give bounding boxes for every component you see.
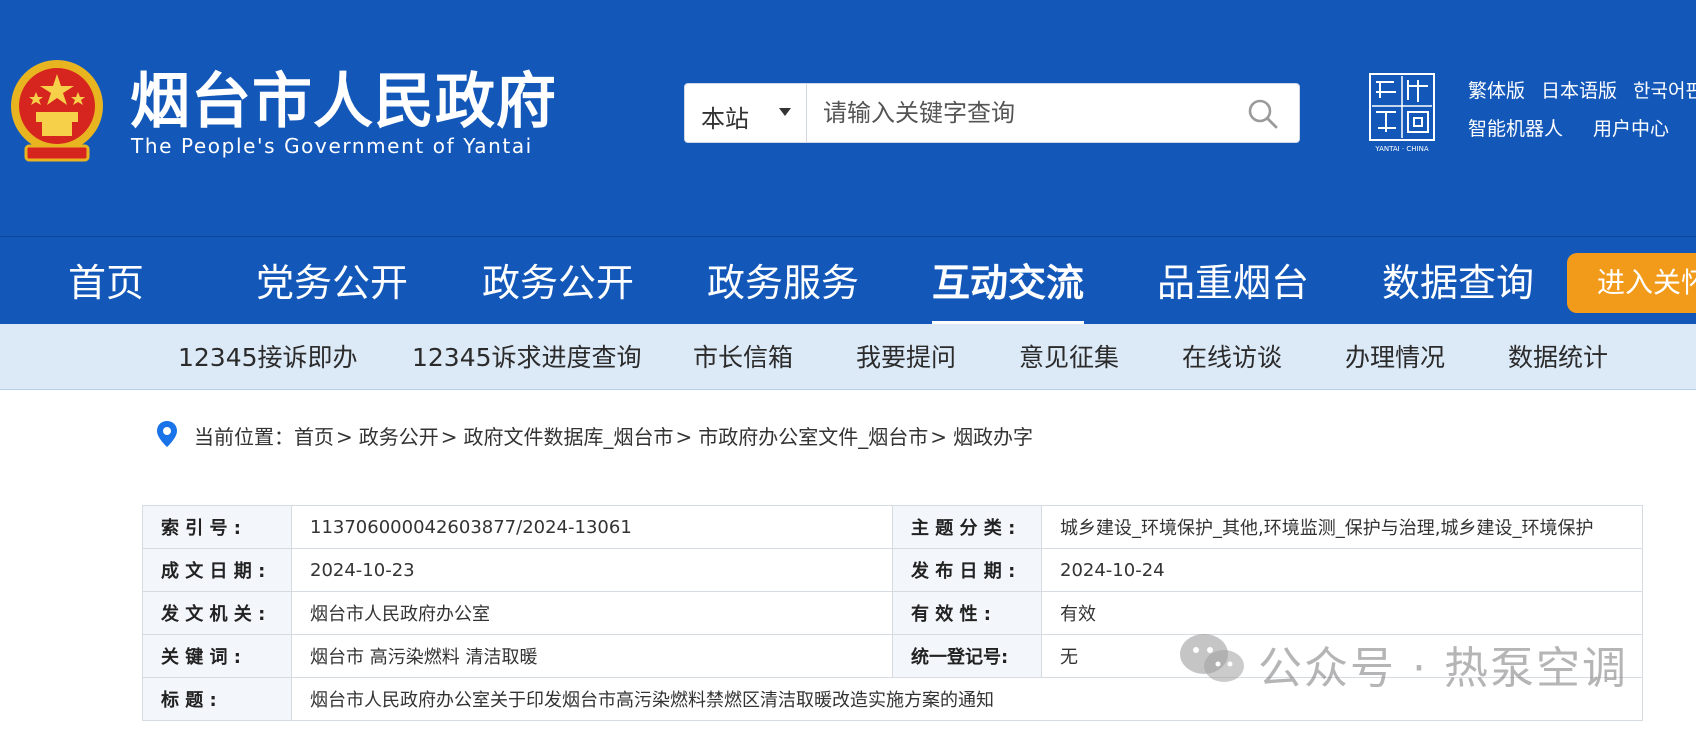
issuing-agency-value: 烟台市人民政府办公室 xyxy=(291,591,893,635)
table-row: 发 文 机 关 : 烟台市人民政府办公室 有 效 性 : 有效 xyxy=(142,591,1643,635)
table-row: 关 键 词 : 烟台市 高污染燃料 清洁取暖 统一登记号: 无 xyxy=(142,634,1643,678)
nav-item-interaction[interactable]: 互动交流 xyxy=(932,237,1085,325)
sub-nav: 12345接诉即办 12345诉求进度查询 市长信箱 我要提问 意见征集 在线访… xyxy=(0,324,1696,390)
written-date-value: 2024-10-23 xyxy=(291,548,893,592)
main-nav: 首页 党务公开 政务公开 政务服务 互动交流 品重烟台 数据查询 进入关怀 xyxy=(0,236,1696,325)
nav-item-home[interactable]: 首页 xyxy=(68,237,144,325)
site-subtitle: The People's Government of Yantai xyxy=(131,134,533,158)
national-emblem-icon[interactable] xyxy=(6,56,108,168)
language-links: 繁体版 日本语版 한국어판 xyxy=(1468,76,1696,103)
smart-robot-link[interactable]: 智能机器人 xyxy=(1468,118,1563,140)
nav-item-gov-affairs[interactable]: 政务公开 xyxy=(482,237,634,325)
subnav-item-12345-progress[interactable]: 12345诉求进度查询 xyxy=(412,324,642,390)
search-input[interactable] xyxy=(807,84,1237,142)
search-icon[interactable] xyxy=(1245,96,1281,132)
subnav-item-online-interview[interactable]: 在线访谈 xyxy=(1182,324,1282,390)
utility-links: 智能机器人 用户中心 xyxy=(1468,114,1696,141)
subnav-item-ask-question[interactable]: 我要提问 xyxy=(856,324,956,390)
nav-item-gov-services[interactable]: 政务服务 xyxy=(707,237,859,325)
document-info-table: 索 引 号 : 113706000042603877/2024-13061 主 … xyxy=(142,505,1643,721)
search-scope-select[interactable]: 本站 xyxy=(685,84,807,142)
registration-number-value: 无 xyxy=(1041,634,1643,678)
registration-number-label: 统一登记号: xyxy=(892,634,1042,678)
table-row: 索 引 号 : 113706000042603877/2024-13061 主 … xyxy=(142,505,1643,549)
yantai-seal-icon: YANTAI · CHINA xyxy=(1369,73,1435,153)
topic-category-label: 主 题 分 类 : xyxy=(892,505,1042,549)
document-title-value: 烟台市人民政府办公室关于印发烟台市高污染燃料禁燃区清洁取暖改造实施方案的通知 xyxy=(291,677,1643,721)
issuing-agency-label: 发 文 机 关 : xyxy=(142,591,292,635)
site-title[interactable]: 烟台市人民政府 xyxy=(130,66,557,138)
breadcrumb-trail: 当前位置：首页 > 政务公开 > 政府文件数据库_烟台市 > 市政府办公室文件_烟台市 > 烟政… xyxy=(194,421,1033,450)
keywords-label: 关 键 词 : xyxy=(142,634,292,678)
subnav-item-mayor-mailbox[interactable]: 市长信箱 xyxy=(693,324,793,390)
breadcrumb-item-gov-file-db[interactable]: 政府文件数据库_烟台市 xyxy=(464,425,674,449)
written-date-label: 成 文 日 期 : xyxy=(142,548,292,592)
nav-item-data-query[interactable]: 数据查询 xyxy=(1382,237,1534,325)
nav-item-pinzhong-yantai[interactable]: 品重烟台 xyxy=(1157,237,1309,325)
breadcrumb-separator: > xyxy=(440,425,458,449)
keywords-value: 烟台市 高污染燃料 清洁取暖 xyxy=(291,634,893,678)
breadcrumb-separator: > xyxy=(336,425,353,449)
enter-care-mode-button[interactable]: 进入关怀 xyxy=(1567,253,1696,313)
breadcrumb-prefix: 当前位置： xyxy=(194,425,294,449)
title-label: 标 题 : xyxy=(142,677,292,721)
location-pin-icon xyxy=(157,421,177,447)
subnav-item-12345-handle[interactable]: 12345接诉即办 xyxy=(178,324,358,390)
table-row: 成 文 日 期 : 2024-10-23 发 布 日 期 : 2024-10-2… xyxy=(142,548,1643,592)
subnav-item-data-stats[interactable]: 数据统计 xyxy=(1508,324,1608,390)
breadcrumb-item-home[interactable]: 首页 xyxy=(294,425,334,449)
subnav-item-opinion-collection[interactable]: 意见征集 xyxy=(1019,324,1119,390)
breadcrumb-separator: > xyxy=(675,425,693,449)
user-center-link[interactable]: 用户中心 xyxy=(1593,118,1669,140)
nav-item-party-affairs[interactable]: 党务公开 xyxy=(256,237,408,325)
search-scope-label: 本站 xyxy=(701,105,749,133)
site-header: 烟台市人民政府 The People's Government of Yanta… xyxy=(0,0,1696,236)
index-number-label: 索 引 号 : xyxy=(142,505,292,549)
lang-korean-link[interactable]: 한국어판 xyxy=(1633,80,1696,102)
topic-category-value: 城乡建设_环境保护_其他,环境监测_保护与治理,城乡建设_环境保护 xyxy=(1041,505,1643,549)
seal-caption: YANTAI · CHINA xyxy=(1374,145,1428,153)
validity-label: 有 效 性 : xyxy=(892,591,1042,635)
validity-value: 有效 xyxy=(1041,591,1643,635)
publish-date-label: 发 布 日 期 : xyxy=(892,548,1042,592)
breadcrumb-item-gov-affairs[interactable]: 政务公开 xyxy=(359,425,439,449)
lang-traditional-link[interactable]: 繁体版 xyxy=(1468,80,1525,102)
breadcrumb-separator: > xyxy=(930,425,948,449)
publish-date-value: 2024-10-24 xyxy=(1041,548,1643,592)
breadcrumb-item-yanzhengban[interactable]: 烟政办字 xyxy=(953,425,1033,449)
table-row: 标 题 : 烟台市人民政府办公室关于印发烟台市高污染燃料禁燃区清洁取暖改造实施方… xyxy=(142,677,1643,721)
subnav-item-handling-status[interactable]: 办理情况 xyxy=(1345,324,1445,390)
search-box: 本站 xyxy=(684,83,1300,143)
index-number-value: 113706000042603877/2024-13061 xyxy=(291,505,893,549)
lang-japanese-link[interactable]: 日本语版 xyxy=(1541,80,1617,102)
breadcrumb-item-office-files[interactable]: 市政府办公室文件_烟台市 xyxy=(698,425,928,449)
caret-down-icon xyxy=(779,108,791,116)
